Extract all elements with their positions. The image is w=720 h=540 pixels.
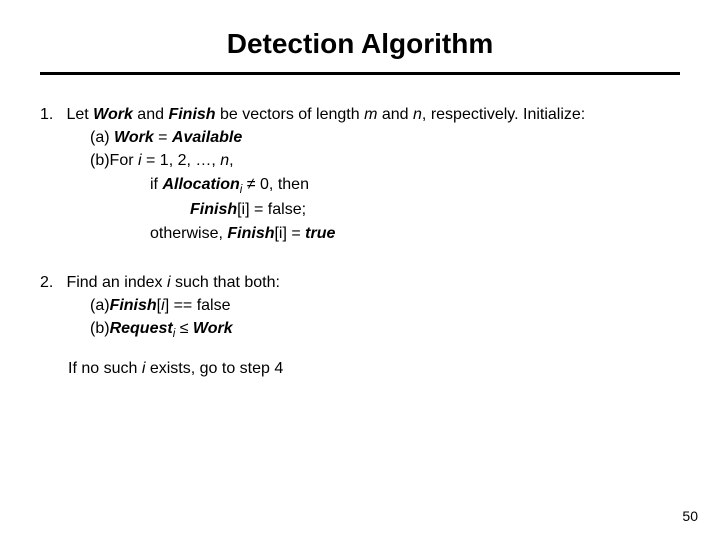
title-divider: [40, 72, 680, 75]
step-1b-if: if Allocationi ≠ 0, then: [40, 173, 680, 199]
step-2: 2. Find an index i such that both: (a)Fi…: [40, 271, 680, 380]
step-1-number: 1.: [40, 103, 62, 126]
step-1a: (a) Work = Available: [40, 126, 680, 149]
step-2-tail: If no such i exists, go to step 4: [40, 357, 680, 380]
step-1b: (b)For i = 1, 2, …, n,: [40, 149, 680, 172]
slide-body: 1. Let Work and Finish be vectors of len…: [40, 103, 680, 380]
step-1: 1. Let Work and Finish be vectors of len…: [40, 103, 680, 245]
step-1b-else: otherwise, Finish[i] = true: [40, 222, 680, 245]
slide: Detection Algorithm 1. Let Work and Fini…: [0, 0, 720, 540]
step-2-number: 2.: [40, 271, 62, 294]
step-2a: (a)Finish[i] == false: [40, 294, 680, 317]
step-2b: (b)Requesti ≤ Work: [40, 317, 680, 343]
slide-title: Detection Algorithm: [40, 28, 680, 72]
step-1-lead: 1. Let Work and Finish be vectors of len…: [40, 103, 680, 126]
step-1b-then: Finish[i] = false;: [40, 198, 680, 221]
page-number: 50: [682, 508, 698, 524]
step-2-lead: 2. Find an index i such that both:: [40, 271, 680, 294]
